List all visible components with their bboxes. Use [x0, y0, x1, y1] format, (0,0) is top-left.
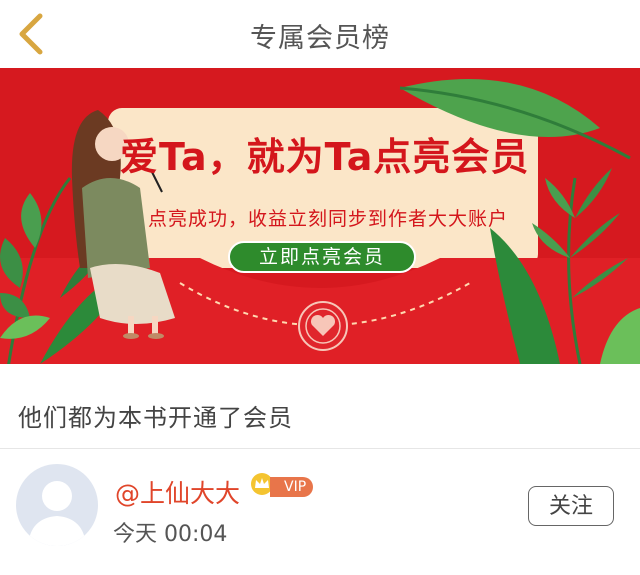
- member-list-item[interactable]: @上仙大大 VIP 今天 00:04 关注: [0, 450, 640, 575]
- follow-button[interactable]: 关注: [528, 486, 614, 526]
- top-bar: 专属会员榜: [0, 0, 640, 68]
- default-avatar-icon: [28, 481, 86, 546]
- member-time: 今天 00:04: [113, 522, 228, 547]
- divider: [0, 448, 640, 449]
- page-title: 专属会员榜: [250, 23, 390, 54]
- banner-headline: 爱Ta，就为Ta点亮会员: [120, 135, 530, 179]
- promo-banner[interactable]: 爱Ta，就为Ta点亮会员 点亮成功，收益立刻同步到作者大大账户 立即点亮会员: [0, 68, 640, 364]
- vip-badge: VIP: [270, 477, 314, 497]
- banner-subtext: 点亮成功，收益立刻同步到作者大大账户: [148, 208, 509, 230]
- light-up-membership-button[interactable]: 立即点亮会员: [228, 241, 416, 273]
- avatar[interactable]: [16, 464, 98, 546]
- member-name[interactable]: @上仙大大: [115, 474, 240, 510]
- section-title: 他们都为本书开通了会员: [18, 404, 293, 432]
